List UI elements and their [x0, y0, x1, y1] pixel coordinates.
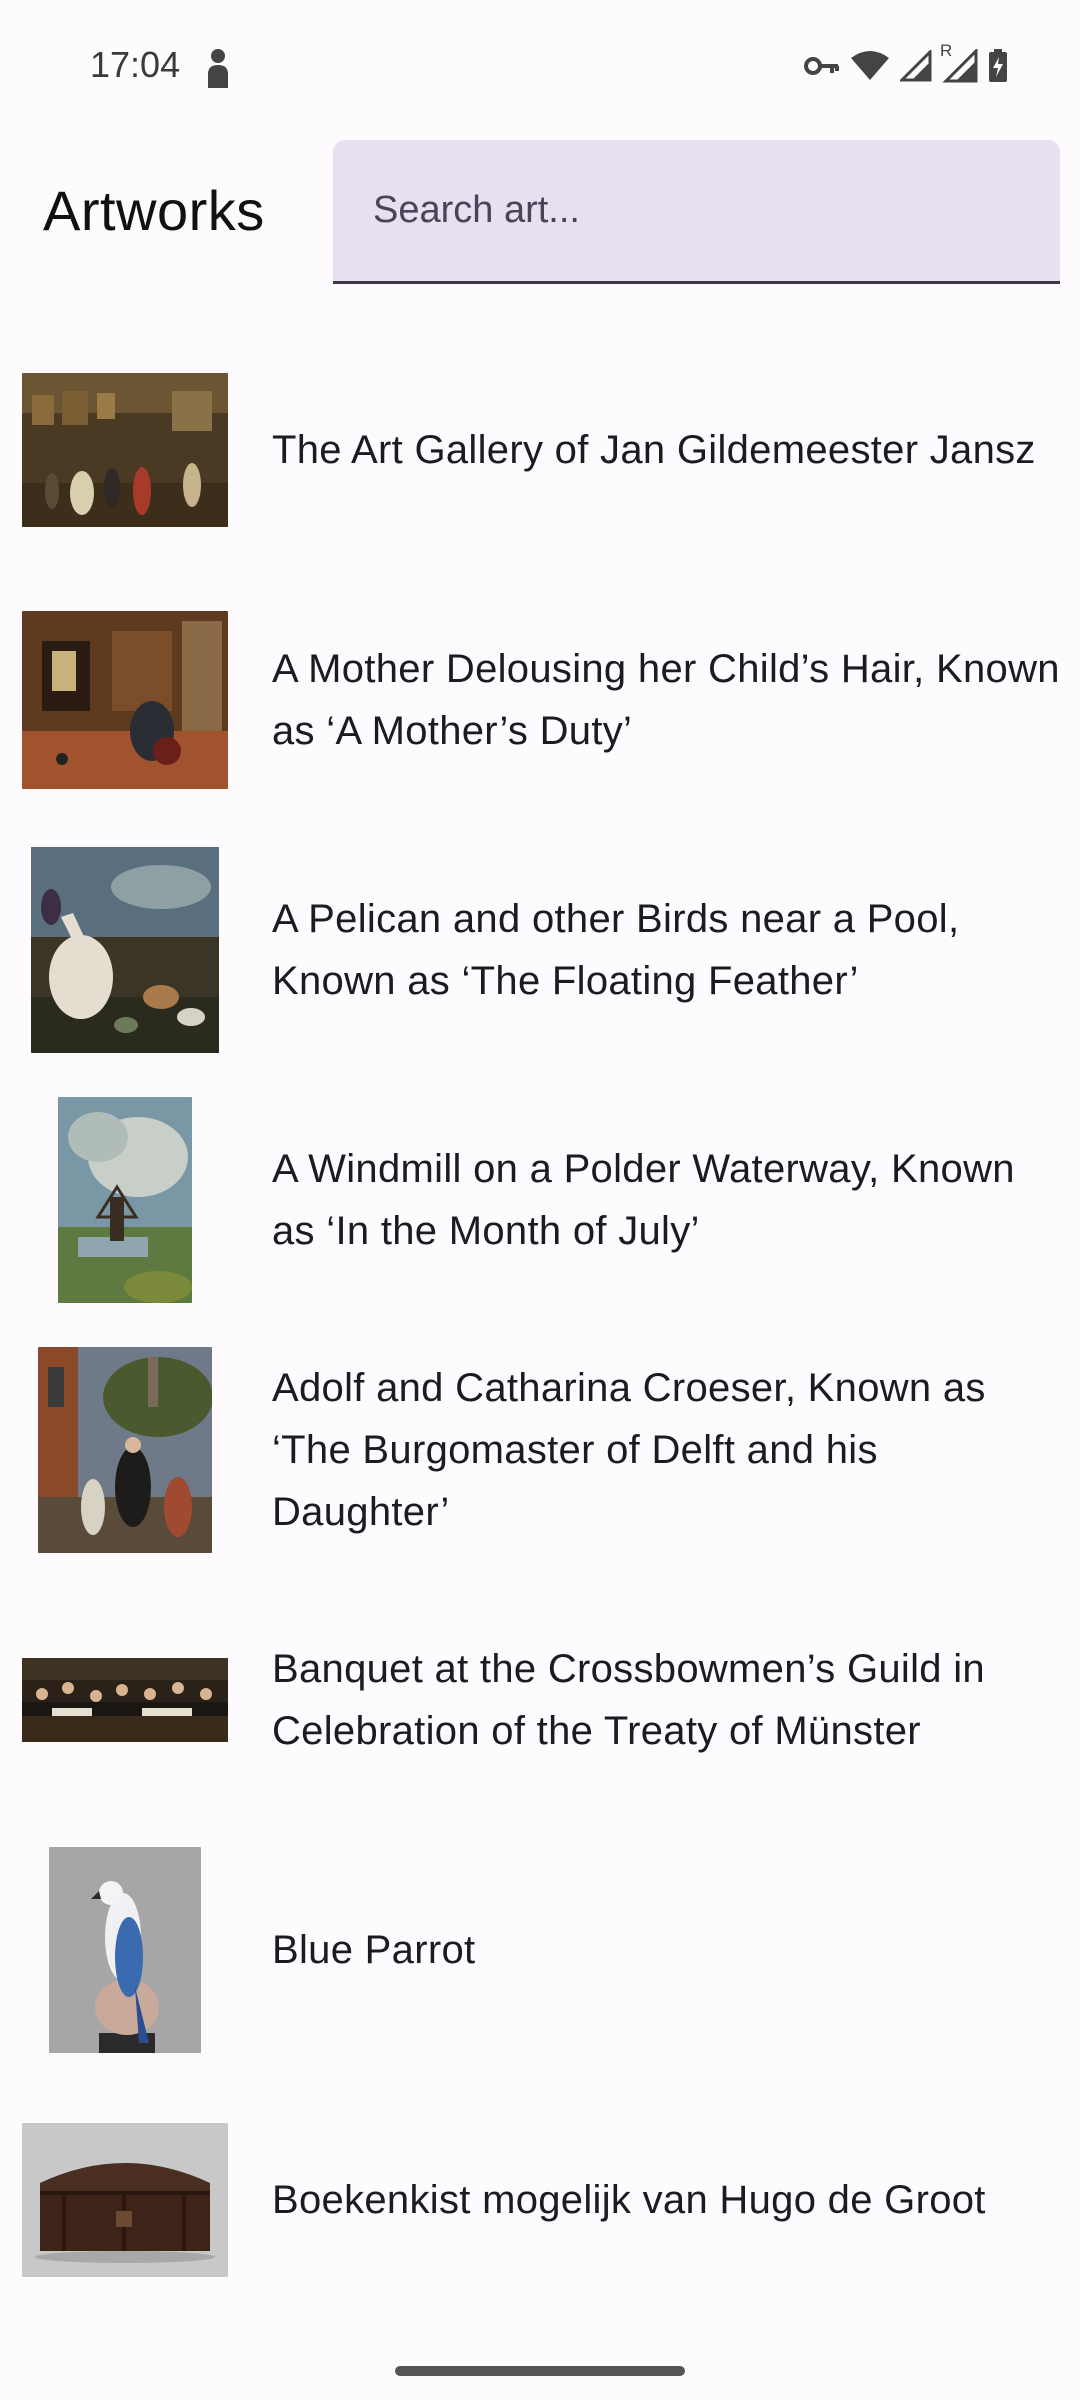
page-title: Artworks — [43, 179, 265, 242]
artwork-list[interactable]: The Art Gallery of Jan Gildemeester Jans… — [0, 325, 1080, 2325]
artwork-thumbnail — [20, 1840, 230, 2060]
artwork-thumbnail — [20, 2090, 230, 2310]
artwork-thumbnail — [20, 1340, 230, 1560]
artwork-title: Boekenkist mogelijk van Hugo de Groot — [272, 2178, 986, 2222]
artwork-image — [38, 1347, 212, 1553]
status-time: 17:04 — [90, 44, 181, 85]
list-item[interactable]: Banquet at the Crossbowmen’s Guild in Ce… — [0, 1590, 1080, 1840]
person-icon — [208, 49, 228, 88]
artwork-title: A Mother Delousing her Child’s Hair, Kno… — [272, 647, 1060, 753]
battery-charging-icon — [989, 49, 1007, 82]
artwork-image — [31, 847, 219, 1053]
artwork-title: Banquet at the Crossbowmen’s Guild in Ce… — [272, 1647, 985, 1753]
artwork-image — [22, 1658, 228, 1742]
artwork-title: A Windmill on a Polder Waterway, Known a… — [272, 1147, 1015, 1253]
list-item[interactable]: Blue Parrot — [0, 1840, 1080, 2090]
artwork-title: A Pelican and other Birds near a Pool, K… — [272, 897, 960, 1003]
home-gesture-bar[interactable] — [395, 2366, 685, 2376]
header-row: Artworks — [0, 140, 1080, 290]
artwork-title: Blue Parrot — [272, 1928, 476, 1972]
list-item[interactable]: A Windmill on a Polder Waterway, Known a… — [0, 1090, 1080, 1340]
artwork-image — [58, 1097, 192, 1303]
signal-roaming-icon: R — [940, 41, 978, 83]
list-item[interactable]: A Mother Delousing her Child’s Hair, Kno… — [0, 590, 1080, 840]
list-item[interactable]: Adolf and Catharina Croeser, Known as ‘T… — [0, 1340, 1080, 1590]
artwork-image — [22, 611, 228, 789]
artwork-thumbnail — [20, 590, 230, 810]
artwork-thumbnail — [20, 1590, 230, 1810]
artwork-title: Adolf and Catharina Croeser, Known as ‘T… — [272, 1366, 986, 1534]
search-field[interactable] — [333, 140, 1060, 284]
signal-icon — [900, 50, 932, 82]
artwork-image — [22, 2123, 228, 2277]
artwork-image — [22, 373, 228, 527]
status-icons: R — [804, 41, 1008, 86]
search-input[interactable] — [333, 140, 1060, 281]
artwork-thumbnail — [20, 1090, 230, 1310]
artwork-thumbnail — [20, 340, 230, 560]
list-item[interactable]: Boekenkist mogelijk van Hugo de Groot — [0, 2090, 1080, 2340]
artwork-thumbnail — [20, 840, 230, 1060]
list-item[interactable]: A Pelican and other Birds near a Pool, K… — [0, 840, 1080, 1090]
vpn-key-icon — [804, 57, 839, 75]
artwork-image — [49, 1847, 201, 2053]
list-item[interactable]: The Art Gallery of Jan Gildemeester Jans… — [0, 340, 1080, 590]
artwork-title: The Art Gallery of Jan Gildemeester Jans… — [272, 428, 1036, 472]
wifi-icon — [851, 51, 889, 80]
status-bar: 17:04 R — [0, 0, 1080, 132]
